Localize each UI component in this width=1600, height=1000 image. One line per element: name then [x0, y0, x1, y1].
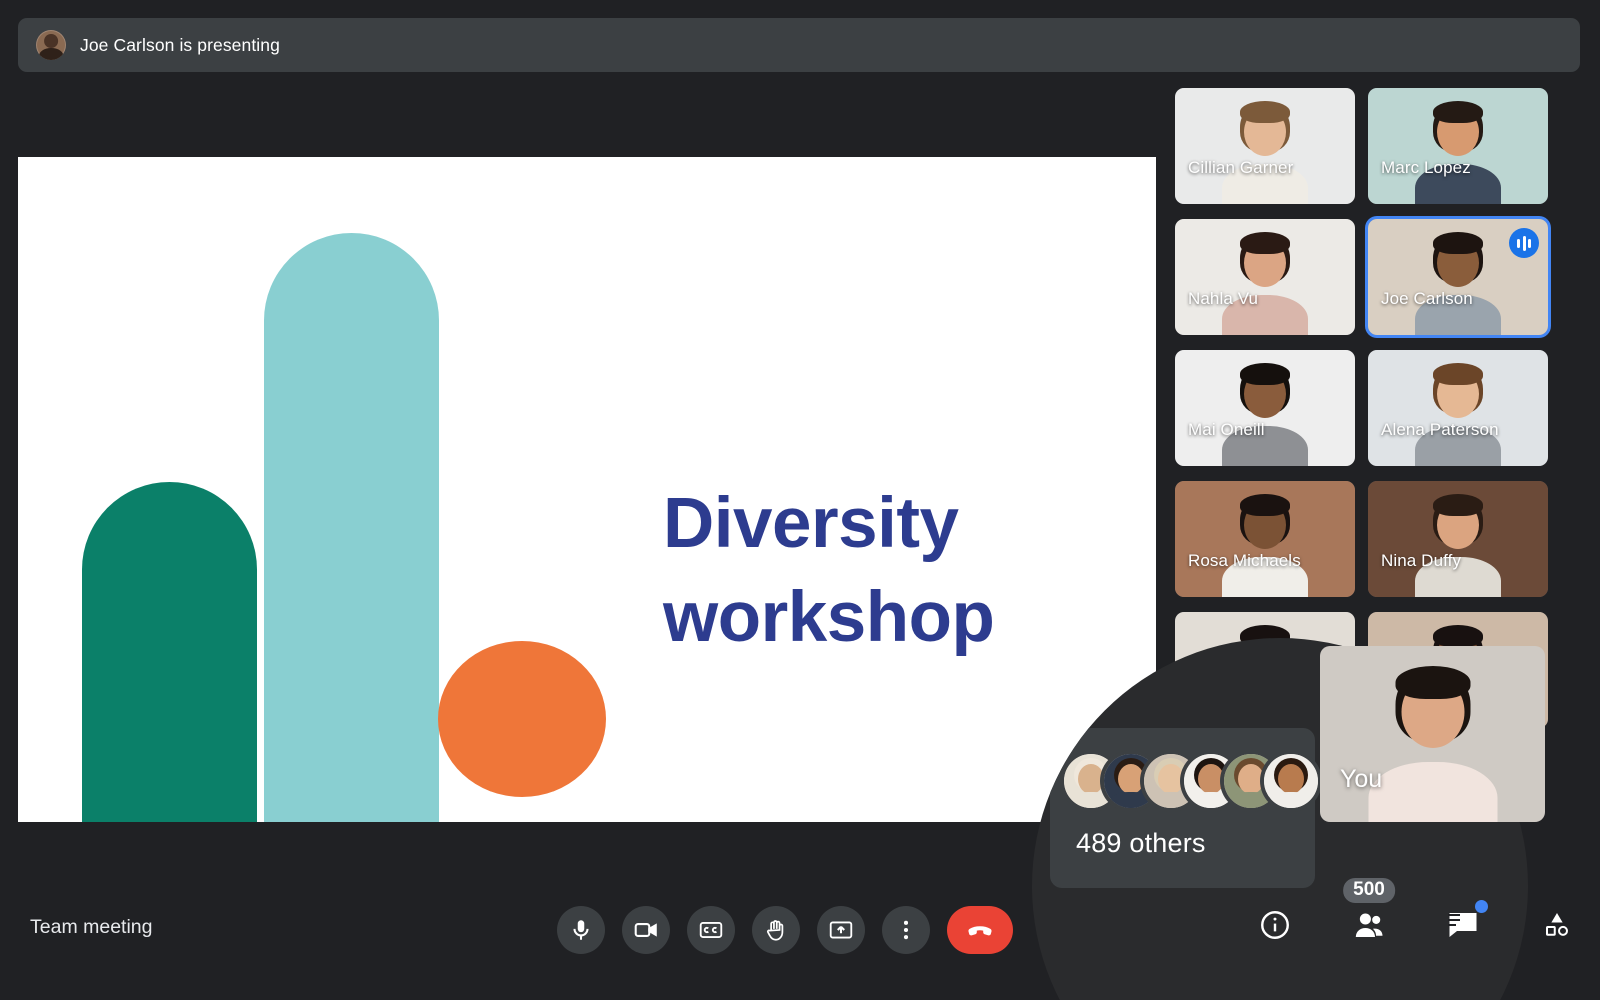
activities-button[interactable]: [1534, 902, 1580, 948]
call-controls: [557, 906, 1013, 954]
camera-button[interactable]: [622, 906, 670, 954]
others-card[interactable]: 489 others: [1050, 728, 1315, 888]
participants-button[interactable]: 500: [1346, 902, 1392, 948]
presenting-label: Joe Carlson is presenting: [80, 35, 280, 56]
participant-tile[interactable]: Alena Paterson: [1368, 350, 1548, 466]
present-button[interactable]: [817, 906, 865, 954]
raise-hand-button[interactable]: [752, 906, 800, 954]
presenter-avatar: [36, 30, 66, 60]
others-avatar-stack: [1064, 754, 1318, 808]
participant-tile[interactable]: Joe Carlson: [1368, 219, 1548, 335]
meeting-details-button[interactable]: [1252, 902, 1298, 948]
participant-name: Marc Lopez: [1381, 158, 1471, 178]
self-view-label: You: [1340, 765, 1382, 794]
participant-tile[interactable]: Mai Oneill: [1175, 350, 1355, 466]
participant-count-badge: 500: [1343, 878, 1395, 903]
more-options-button[interactable]: [882, 906, 930, 954]
orange-circle-shape: [438, 641, 606, 797]
meeting-name-label: Team meeting: [30, 916, 152, 939]
speaking-indicator-icon: [1509, 228, 1539, 258]
participant-name: Cillian Garner: [1188, 158, 1293, 178]
participant-name: Joe Carlson: [1381, 289, 1473, 309]
others-count-label: 489 others: [1076, 828, 1206, 859]
chat-button[interactable]: [1440, 902, 1486, 948]
participant-name: Nahla Vu: [1188, 289, 1258, 309]
teal-arch-shape: [264, 233, 439, 822]
presenting-banner: Joe Carlson is presenting: [18, 18, 1580, 72]
participant-tile[interactable]: Cillian Garner: [1175, 88, 1355, 204]
participant-tile[interactable]: Rosa Michaels: [1175, 481, 1355, 597]
participant-tile[interactable]: Nina Duffy: [1368, 481, 1548, 597]
green-arch-shape: [82, 482, 257, 822]
right-side-controls: 500: [1252, 902, 1580, 948]
chat-unread-dot: [1475, 900, 1488, 913]
participant-tile[interactable]: Nahla Vu: [1175, 219, 1355, 335]
slide-title: Diversity workshop: [663, 477, 1083, 664]
presentation-slide[interactable]: Diversity workshop: [18, 157, 1156, 822]
other-participant-avatar: [1264, 754, 1318, 808]
participant-name: Nina Duffy: [1381, 551, 1461, 571]
end-call-button[interactable]: [947, 906, 1013, 954]
participant-name: Alena Paterson: [1381, 420, 1499, 440]
self-view-tile[interactable]: You: [1320, 646, 1545, 822]
slide-title-line-2: workshop: [663, 571, 1083, 665]
slide-title-line-1: Diversity: [663, 477, 1083, 571]
captions-button[interactable]: [687, 906, 735, 954]
participant-name: Rosa Michaels: [1188, 551, 1301, 571]
participant-tile[interactable]: Marc Lopez: [1368, 88, 1548, 204]
microphone-button[interactable]: [557, 906, 605, 954]
participant-name: Mai Oneill: [1188, 420, 1265, 440]
